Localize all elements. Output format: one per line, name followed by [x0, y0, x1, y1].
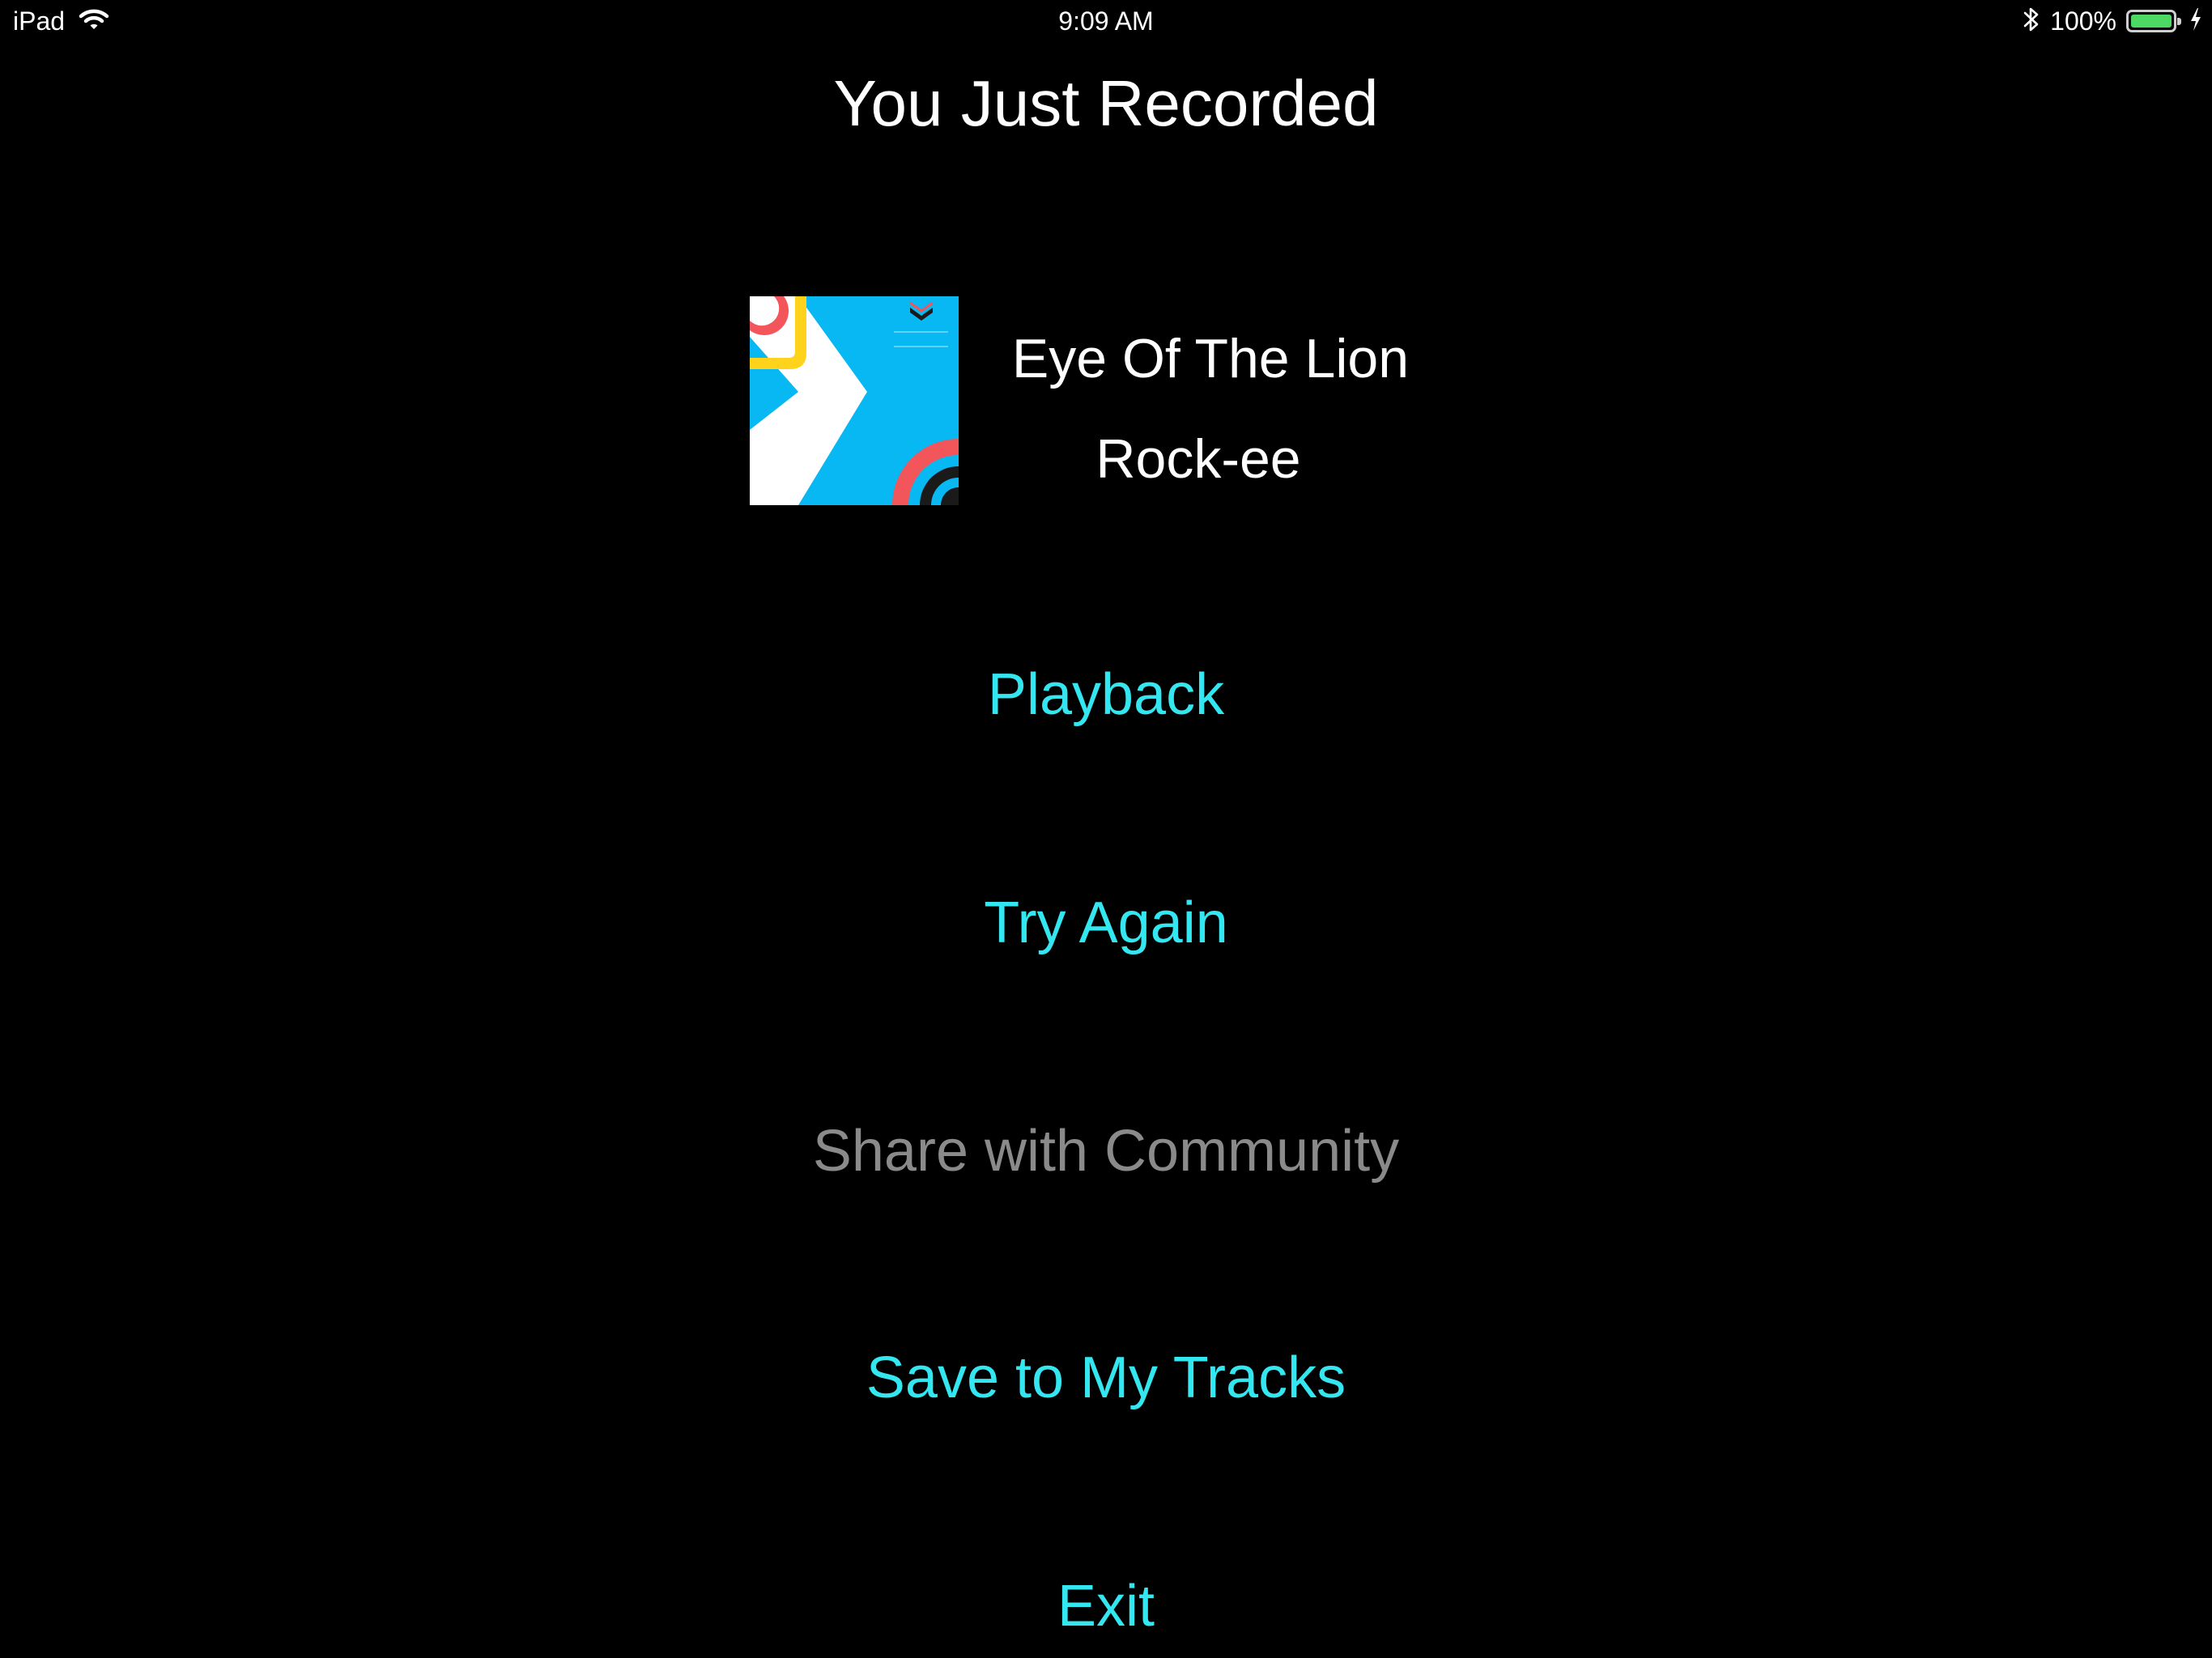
status-bar-right: 100%	[2023, 5, 2202, 37]
battery-percent: 100%	[2050, 6, 2116, 36]
page-title: You Just Recorded	[833, 67, 1379, 139]
album-art	[750, 296, 959, 505]
battery-nub	[2177, 18, 2181, 25]
status-bar-center: 9:09 AM	[1025, 5, 1187, 37]
track-title: Eye Of The Lion	[1011, 328, 1410, 389]
status-bar: iPad 9:09 AM 100%	[0, 0, 2212, 42]
battery-fill	[2131, 15, 2172, 28]
track-artist: Rock-ee	[1095, 428, 1301, 490]
bluetooth-icon	[2023, 6, 2040, 37]
wifi-icon	[78, 6, 110, 36]
share-with-community-button[interactable]: Share with Community	[0, 1114, 2212, 1188]
device-name: iPad	[13, 6, 66, 36]
save-to-my-tracks-button[interactable]: Save to My Tracks	[0, 1341, 2212, 1415]
playback-button[interactable]: Playback	[0, 657, 2212, 732]
status-time: 9:09 AM	[1058, 6, 1154, 36]
try-again-button[interactable]: Try Again	[0, 886, 2212, 960]
battery-icon	[2126, 10, 2181, 32]
exit-button[interactable]: Exit	[0, 1569, 2212, 1643]
charging-bolt-icon	[2189, 7, 2202, 36]
status-bar-left: iPad	[13, 5, 110, 37]
